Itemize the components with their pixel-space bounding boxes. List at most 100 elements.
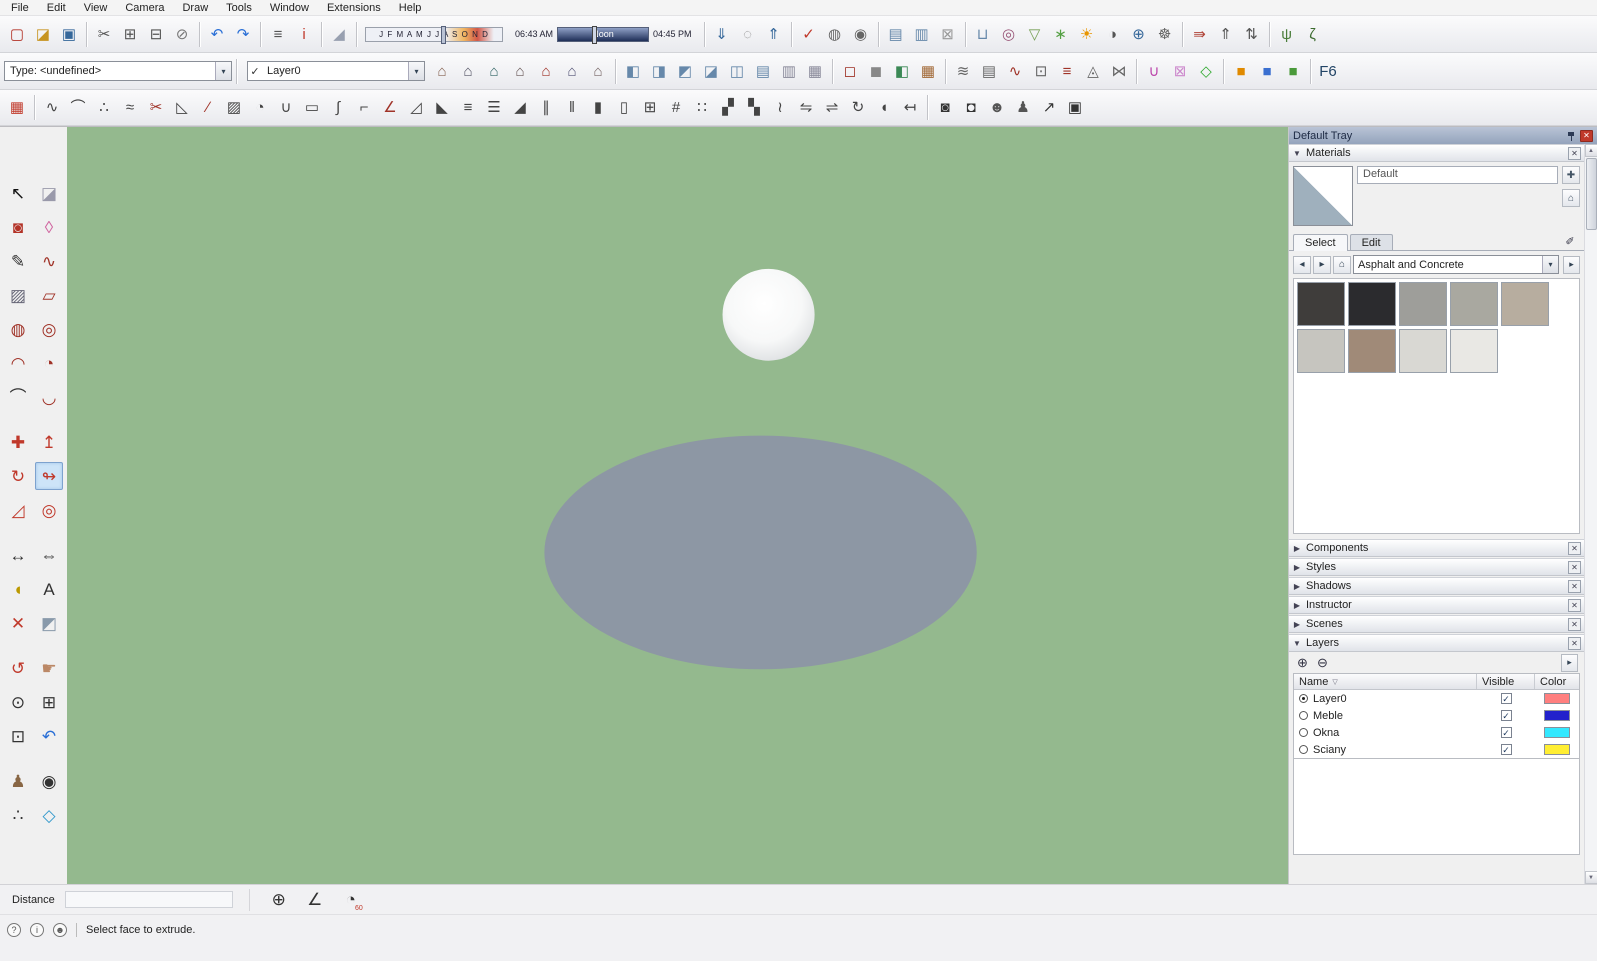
section-close-button[interactable]: ✕: [1568, 561, 1581, 574]
remove-layer-button[interactable]: ⊖: [1315, 655, 1330, 670]
protractor-tool-button[interactable]: ◖: [871, 95, 897, 121]
layer-visible-checkbox[interactable]: ✓: [1501, 727, 1512, 738]
date-slider-track[interactable]: J F M A M J J A S O N D: [365, 27, 503, 42]
pattern-button[interactable]: ▞: [715, 95, 741, 121]
account-icon[interactable]: ☻: [53, 923, 67, 937]
window-two-button[interactable]: ▥: [909, 21, 935, 47]
layer-color-swatch[interactable]: [1544, 710, 1570, 721]
bottom-view-button[interactable]: ▥: [776, 58, 802, 84]
rotate-cw-button[interactable]: ↻: [845, 95, 871, 121]
material-swatch-concrete-aged[interactable]: [1450, 282, 1498, 326]
orbit-tool[interactable]: ↺: [4, 654, 32, 682]
solid-outer-button[interactable]: ◍: [822, 21, 848, 47]
info-icon[interactable]: i: [30, 923, 44, 937]
menu-camera[interactable]: Camera: [116, 1, 173, 15]
material-swatch-concrete-light[interactable]: [1399, 329, 1447, 373]
new-button[interactable]: ▢: [4, 21, 30, 47]
time-slider-track[interactable]: Noon: [557, 27, 649, 42]
solid-check-button[interactable]: ✓: [796, 21, 822, 47]
barn-button[interactable]: ⌂: [455, 58, 481, 84]
layer-visible-checkbox[interactable]: ✓: [1501, 710, 1512, 721]
model-viewport[interactable]: [67, 127, 1288, 884]
time-slider-thumb[interactable]: [592, 26, 597, 44]
shadow-time-slider[interactable]: 06:43 AM Noon 04:45 PM: [511, 27, 696, 42]
create-material-button[interactable]: ✚: [1562, 166, 1580, 184]
back-button[interactable]: ◂: [1293, 256, 1311, 274]
style-hidden-line-button[interactable]: ◼: [863, 58, 889, 84]
undo-button[interactable]: ↶: [204, 21, 230, 47]
video-camera-button[interactable]: ◙: [932, 95, 958, 121]
poly-green-button[interactable]: ◇: [1193, 58, 1219, 84]
spiral-button[interactable]: ◔: [247, 95, 273, 121]
look-around-tool[interactable]: ◉: [35, 767, 63, 795]
zoom-tool[interactable]: ⊙: [4, 688, 32, 716]
guides-button[interactable]: ≀: [767, 95, 793, 121]
scrollbar-thumb[interactable]: [1586, 158, 1597, 230]
style-shaded-button[interactable]: ◧: [889, 58, 915, 84]
polygon-tool[interactable]: ◎: [35, 315, 63, 343]
eraser-wedge-button[interactable]: ◢: [326, 21, 352, 47]
select-tool[interactable]: ↖: [4, 179, 32, 207]
zoom-extents-tool[interactable]: ⊡: [4, 722, 32, 750]
menu-tools[interactable]: Tools: [217, 1, 261, 15]
fence-button[interactable]: ‖: [559, 95, 585, 121]
window-tool-button[interactable]: ⊞: [637, 95, 663, 121]
paste-button[interactable]: ⊟: [143, 21, 169, 47]
material-grid-button[interactable]: ▦: [4, 95, 30, 121]
cottage-button[interactable]: ⌂: [429, 58, 455, 84]
menu-edit[interactable]: Edit: [38, 1, 75, 15]
materials-close-button[interactable]: ✕: [1568, 147, 1581, 160]
push-pull-tool[interactable]: ↥: [35, 428, 63, 456]
tray-section-components[interactable]: ▶Components✕: [1289, 539, 1584, 557]
add-detail-button[interactable]: ◬: [1080, 58, 1106, 84]
pipe-button[interactable]: ∪: [273, 95, 299, 121]
angle-snap-button[interactable]: ⊕: [266, 887, 292, 913]
feedback-button[interactable]: ◌: [735, 21, 761, 47]
flip-button[interactable]: ⇌: [819, 95, 845, 121]
model-info-button[interactable]: i: [291, 21, 317, 47]
section-plane-tool[interactable]: ◩: [35, 609, 63, 637]
eclipse-button[interactable]: ◑: [1100, 21, 1126, 47]
layer-color-swatch[interactable]: [1544, 744, 1570, 755]
tray-scrollbar[interactable]: ▲ ▼: [1584, 144, 1597, 884]
arc-tool[interactable]: ◠: [4, 349, 32, 377]
extrude-edge-button[interactable]: ◺: [169, 95, 195, 121]
ramp-button[interactable]: ◢: [507, 95, 533, 121]
material-swatch-asphalt-stamped[interactable]: [1348, 282, 1396, 326]
bezier-button[interactable]: ⌒: [65, 95, 91, 121]
dimension-tool[interactable]: ⇔: [35, 541, 63, 569]
section-close-button[interactable]: ✕: [1568, 618, 1581, 631]
material-swatch-concrete-smooth[interactable]: [1297, 329, 1345, 373]
export-scene-button[interactable]: ↗: [1036, 95, 1062, 121]
materials-panel-header[interactable]: ▼ Materials ✕: [1289, 144, 1584, 162]
two-point-arc-tool[interactable]: ⌒: [4, 383, 32, 411]
gear-button[interactable]: ☸: [1152, 21, 1178, 47]
home-icon[interactable]: ⌂: [1333, 256, 1351, 274]
door-button[interactable]: ▯: [611, 95, 637, 121]
slope-button[interactable]: ◿: [403, 95, 429, 121]
tape-measure-tool[interactable]: ↔: [4, 541, 32, 569]
tray-section-instructor[interactable]: ▶Instructor✕: [1289, 596, 1584, 614]
freehand-tool[interactable]: ∿: [35, 247, 63, 275]
walk-tool[interactable]: ∴: [4, 801, 32, 829]
paint-model-button[interactable]: ⌂: [1562, 189, 1580, 207]
lock-pink-button[interactable]: ⊠: [1167, 58, 1193, 84]
shadow-date-slider[interactable]: J F M A M J J A S O N D: [365, 27, 503, 42]
menu-window[interactable]: Window: [261, 1, 318, 15]
slope-snap-button[interactable]: ∠: [302, 887, 328, 913]
move-tool[interactable]: ✚: [4, 428, 32, 456]
chevron-down-icon[interactable]: ▾: [408, 62, 424, 80]
right-view-button[interactable]: ◪: [698, 58, 724, 84]
position-camera-tool[interactable]: ♟: [4, 767, 32, 795]
left-view-button[interactable]: ▤: [750, 58, 776, 84]
style-wireframe-button[interactable]: ◻: [837, 58, 863, 84]
taper-button[interactable]: ◣: [429, 95, 455, 121]
layer-radio[interactable]: [1299, 694, 1308, 703]
eraser-tool[interactable]: ◊: [35, 213, 63, 241]
add-person-button[interactable]: ♟: [1010, 95, 1036, 121]
cut-button[interactable]: ✂: [91, 21, 117, 47]
array-move-button[interactable]: ⇛: [1187, 21, 1213, 47]
layer-row-layer0[interactable]: Layer0✓: [1294, 690, 1579, 707]
material-name-field[interactable]: Default: [1357, 166, 1558, 184]
offset-tool[interactable]: ◎: [35, 496, 63, 524]
